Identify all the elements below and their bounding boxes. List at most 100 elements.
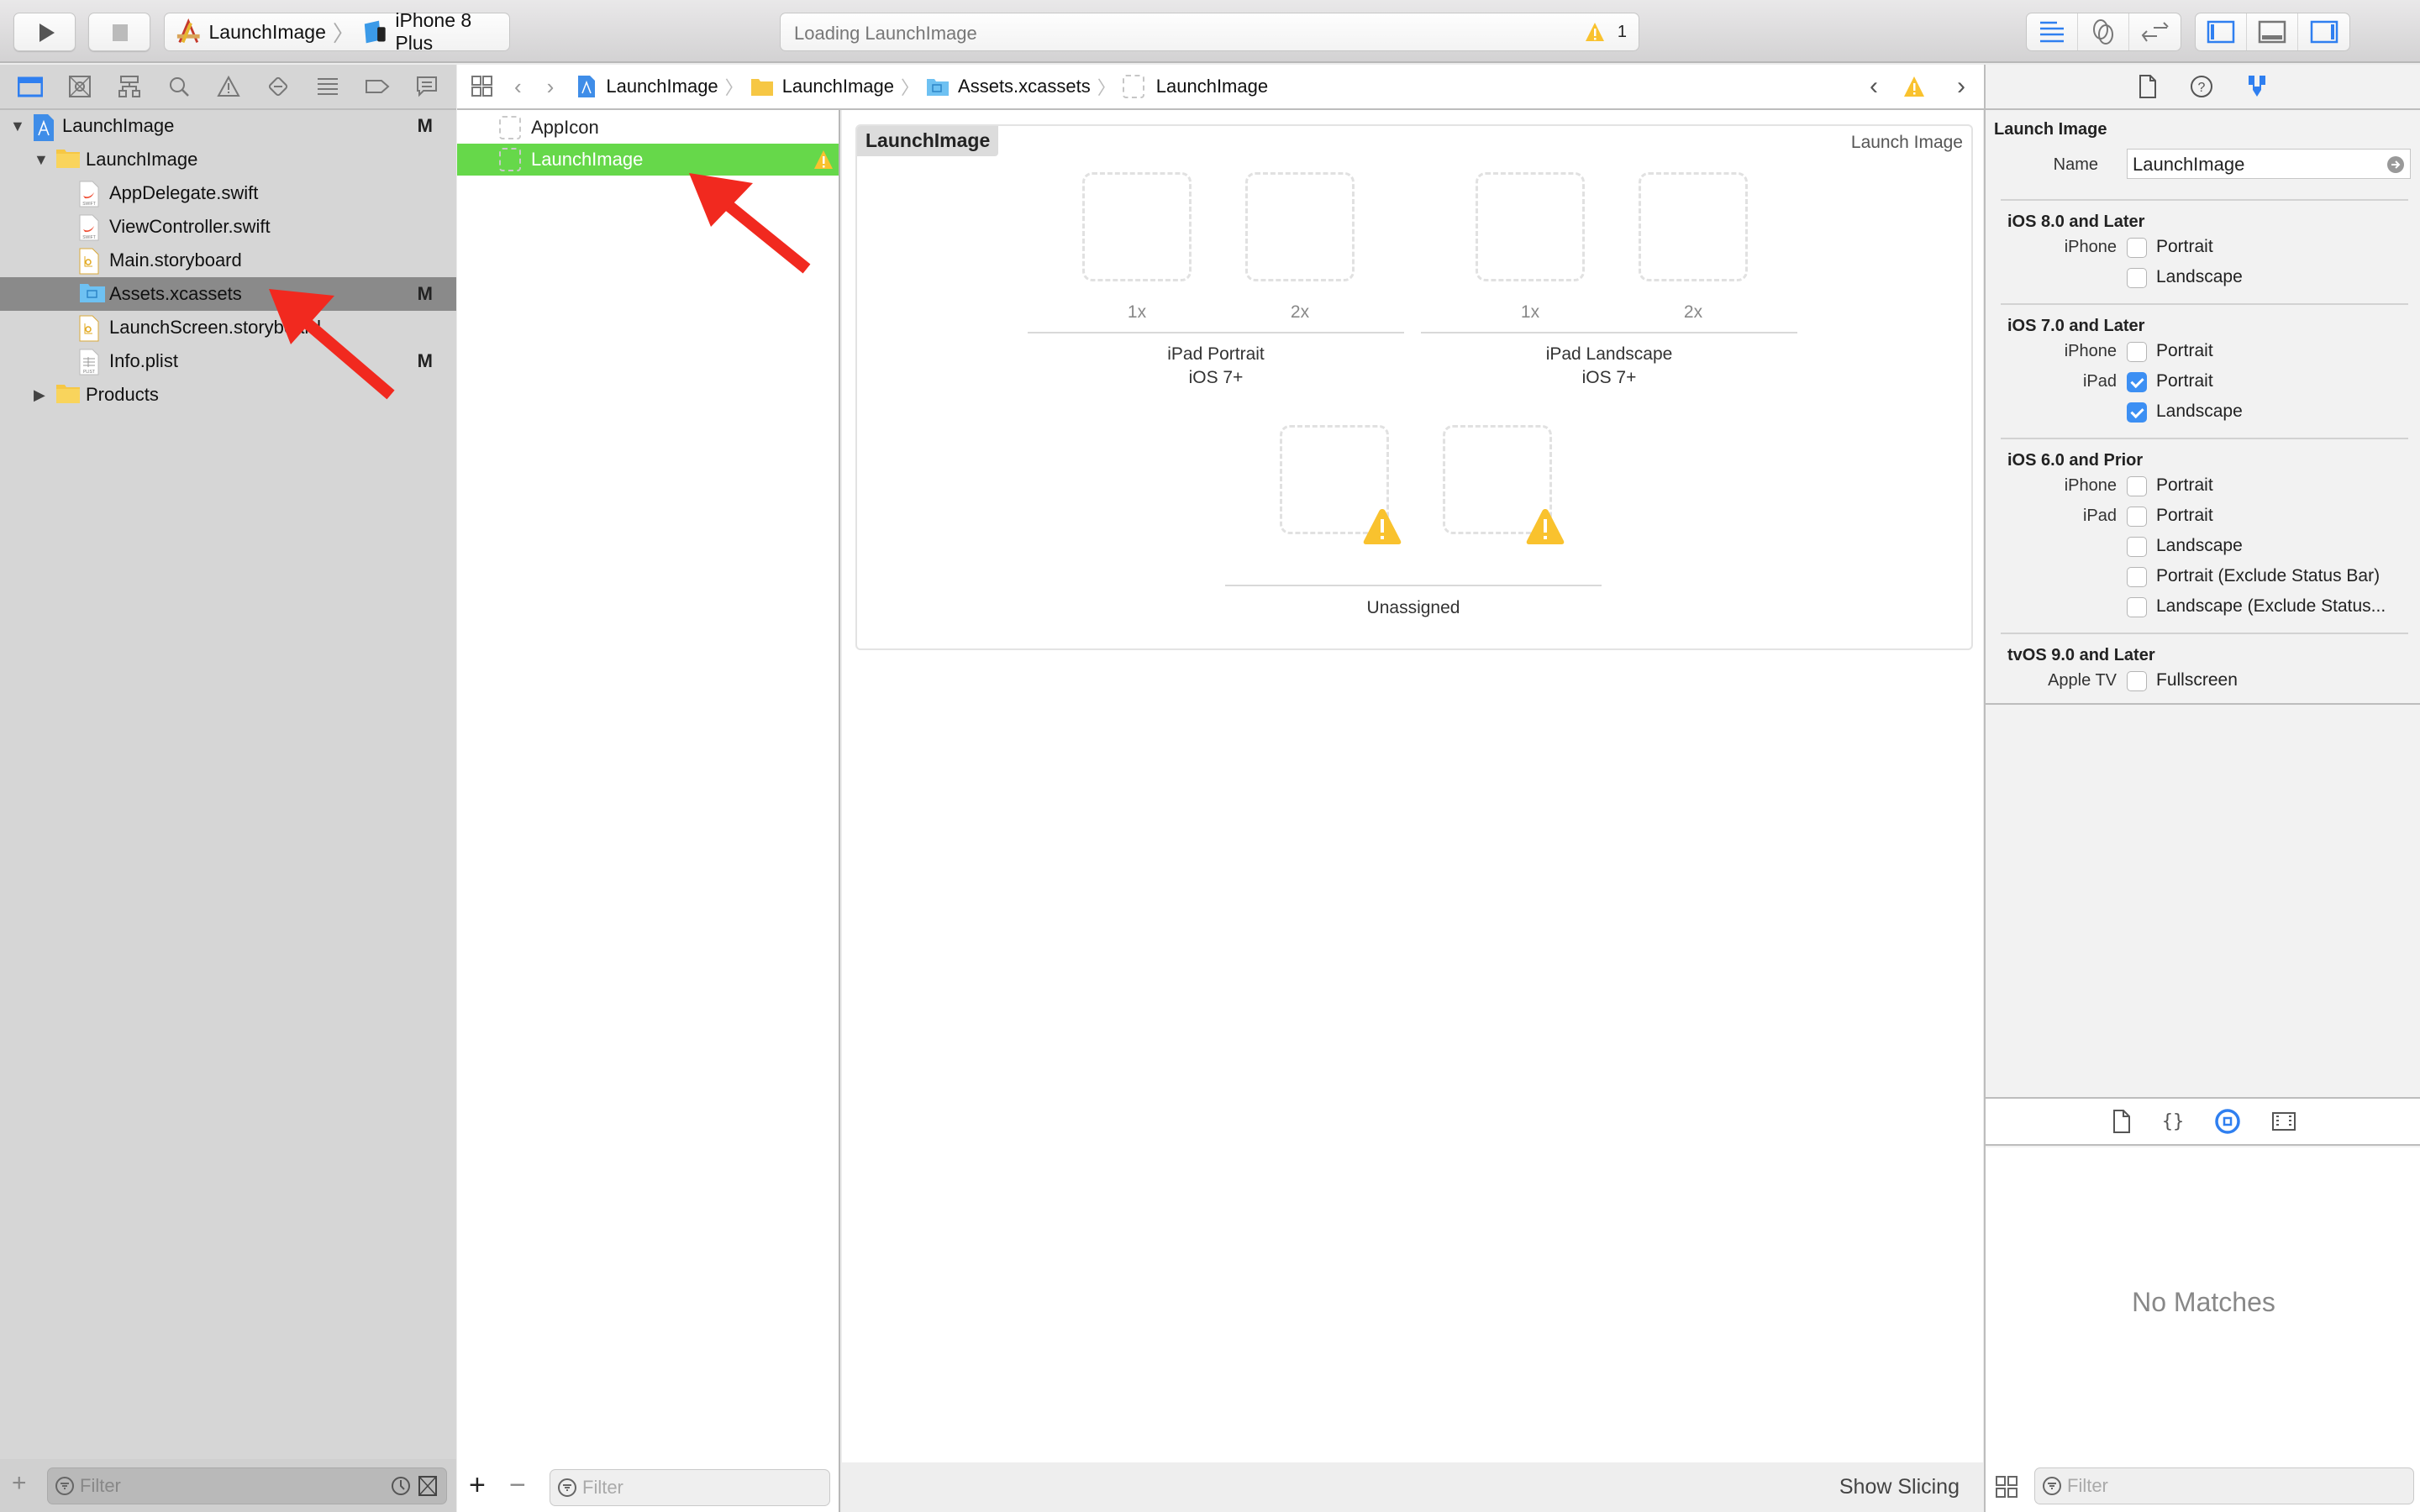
- filter-icon: [558, 1478, 576, 1497]
- warning-icon[interactable]: [1903, 76, 1925, 97]
- disclosure-closed-icon[interactable]: ▶: [34, 386, 49, 404]
- option-checkbox[interactable]: [2127, 402, 2147, 423]
- breakpoint-navigator-tab[interactable]: [365, 74, 390, 99]
- source-control-navigator-tab[interactable]: [67, 74, 92, 99]
- quick-help-tab[interactable]: ?: [2189, 74, 2214, 99]
- tree-item[interactable]: Main.storyboard: [0, 244, 456, 277]
- option-checkbox[interactable]: [2127, 372, 2147, 392]
- warning-icon[interactable]: [1585, 22, 1605, 47]
- file-template-library-tab[interactable]: [2112, 1109, 2132, 1134]
- toggle-utilities-button[interactable]: [2298, 13, 2349, 50]
- option-checkbox[interactable]: [2127, 671, 2147, 691]
- recent-files-icon[interactable]: [391, 1475, 411, 1497]
- tree-item[interactable]: SWIFT ViewController.swift: [0, 210, 456, 244]
- show-slicing-button[interactable]: Show Slicing: [1839, 1475, 1960, 1499]
- scheme-selector[interactable]: LaunchImage 〉 iPhone 8 Plus: [164, 9, 510, 54]
- warning-icon: [814, 150, 833, 169]
- previous-issue-button[interactable]: ‹: [1870, 72, 1878, 101]
- tree-item[interactable]: ▼ LaunchImage M: [0, 109, 456, 143]
- tree-item[interactable]: LaunchScreen.storyboard: [0, 311, 456, 344]
- option-label: Portrait: [2156, 341, 2213, 360]
- utilities-pane: ? Launch Image Name LaunchImage iOS 8.0 …: [1984, 65, 2420, 1512]
- breadcrumb-image-set[interactable]: LaunchImage: [1156, 76, 1268, 97]
- library-filter-field[interactable]: Filter: [2034, 1467, 2414, 1504]
- attributes-inspector-tab[interactable]: [2244, 73, 2270, 100]
- add-file-button[interactable]: +: [12, 1469, 27, 1498]
- symbol-navigator-tab[interactable]: [117, 74, 142, 99]
- test-navigator-tab[interactable]: [266, 74, 291, 99]
- option-label: Landscape (Exclude Status...: [2156, 596, 2386, 616]
- asset-item-launchimage[interactable]: LaunchImage: [457, 144, 839, 176]
- name-label: Name: [2053, 155, 2098, 174]
- grid-view-icon[interactable]: [1996, 1476, 2018, 1498]
- section-divider: [2001, 633, 2408, 634]
- standard-editor-button[interactable]: [2027, 13, 2078, 50]
- scale-label: 1x: [1127, 302, 1147, 322]
- asset-catalog-icon: [79, 281, 105, 307]
- object-library-tab[interactable]: [2214, 1108, 2241, 1135]
- issue-navigator-tab[interactable]: [216, 74, 241, 99]
- option-checkbox[interactable]: [2127, 268, 2147, 288]
- next-issue-button[interactable]: ›: [1957, 72, 1965, 101]
- find-navigator-tab[interactable]: [166, 74, 192, 99]
- option-checkbox[interactable]: [2127, 507, 2147, 527]
- tree-item-label: LaunchImage: [62, 115, 175, 136]
- group-title: iPad Landscape: [1545, 344, 1673, 364]
- breadcrumb-asset-catalog[interactable]: Assets.xcassets: [958, 76, 1091, 97]
- option-checkbox[interactable]: [2127, 476, 2147, 496]
- related-items-icon[interactable]: [471, 75, 494, 98]
- tree-item[interactable]: ▼ LaunchImage: [0, 143, 456, 176]
- image-well-ipad-portrait-2x[interactable]: [1245, 172, 1355, 281]
- forward-button[interactable]: ›: [547, 74, 555, 100]
- arrow-circle-right-icon[interactable]: [2386, 155, 2405, 174]
- tree-item[interactable]: SWIFT AppDelegate.swift: [0, 176, 456, 210]
- chevron-right-icon: 〉: [1097, 77, 1116, 98]
- project-navigator-tab[interactable]: [17, 74, 43, 99]
- lines-icon: [2040, 21, 2064, 43]
- name-field-value: LaunchImage: [2133, 154, 2245, 175]
- toggle-navigator-button[interactable]: [2196, 13, 2247, 50]
- asset-item-label: AppIcon: [531, 117, 599, 138]
- source-control-filter-icon[interactable]: [418, 1475, 438, 1497]
- breadcrumb-group[interactable]: LaunchImage: [782, 76, 894, 97]
- option-checkbox[interactable]: [2127, 597, 2147, 617]
- option-checkbox[interactable]: [2127, 567, 2147, 587]
- xcode-project-icon: [578, 76, 596, 97]
- asset-list-footer: + − Filter: [457, 1462, 839, 1512]
- image-well-ipad-landscape-1x[interactable]: [1476, 172, 1585, 281]
- tree-item[interactable]: ▶ Products: [0, 378, 456, 412]
- chevron-right-icon: 〉: [332, 20, 355, 46]
- option-checkbox[interactable]: [2127, 537, 2147, 557]
- toggle-debug-area-button[interactable]: [2247, 13, 2298, 50]
- navigator-filter-field[interactable]: Filter: [47, 1467, 447, 1504]
- media-library-tab[interactable]: [2271, 1110, 2296, 1132]
- image-well-ipad-landscape-2x[interactable]: [1639, 172, 1748, 281]
- disclosure-open-icon[interactable]: ▼: [10, 118, 25, 135]
- version-editor-button[interactable]: [2129, 13, 2181, 50]
- asset-editor: LaunchImage Launch Image 1x 2x iPad Port…: [842, 110, 1983, 1462]
- remove-asset-button[interactable]: −: [509, 1469, 526, 1502]
- name-field[interactable]: LaunchImage: [2127, 149, 2411, 179]
- folder-icon: [55, 382, 80, 407]
- tree-item[interactable]: PLIST Info.plist M: [0, 344, 456, 378]
- tree-item[interactable]: Assets.xcassets M: [0, 277, 456, 311]
- scheme-project: LaunchImage: [208, 20, 326, 43]
- disclosure-open-icon[interactable]: ▼: [34, 151, 49, 169]
- run-button[interactable]: [13, 13, 76, 51]
- image-set-type: Launch Image: [1850, 133, 1963, 152]
- asset-item-appicon[interactable]: AppIcon: [457, 112, 839, 144]
- image-well-ipad-portrait-1x[interactable]: [1082, 172, 1192, 281]
- add-asset-button[interactable]: +: [469, 1469, 486, 1502]
- back-button[interactable]: ‹: [514, 74, 522, 100]
- report-navigator-tab[interactable]: [414, 74, 439, 99]
- file-inspector-tab[interactable]: [2137, 74, 2159, 99]
- stop-button[interactable]: [88, 13, 150, 51]
- breadcrumb-project[interactable]: LaunchImage: [606, 76, 718, 97]
- option-label: Landscape: [2156, 402, 2243, 421]
- code-snippet-library-tab[interactable]: {}: [2162, 1109, 2184, 1134]
- asset-filter-field[interactable]: Filter: [550, 1469, 830, 1506]
- debug-navigator-tab[interactable]: [315, 74, 340, 99]
- option-checkbox[interactable]: [2127, 342, 2147, 362]
- option-checkbox[interactable]: [2127, 238, 2147, 258]
- assistant-editor-button[interactable]: [2078, 13, 2129, 50]
